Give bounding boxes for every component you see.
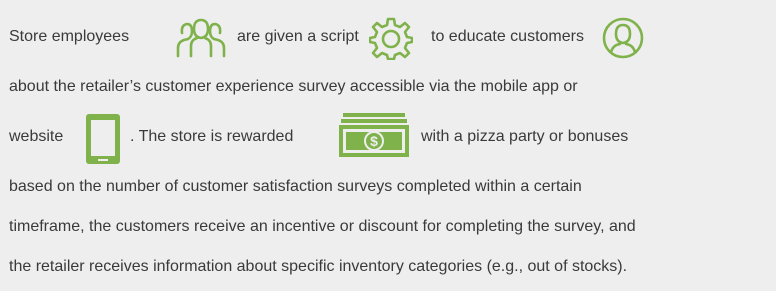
- money-stack-icon: $: [339, 111, 409, 157]
- employees-group-icon: [172, 18, 230, 58]
- customer-person-icon: [602, 17, 644, 59]
- paragraph-line-3-part-2: . The store is rewarded: [130, 126, 293, 148]
- gear-icon: [369, 16, 413, 60]
- paragraph-line-6: the retailer receives information about …: [9, 258, 628, 275]
- paragraph-line-2: about the retailer’s customer experience…: [9, 78, 578, 95]
- text-pizza-party: with a pizza party or bonuses: [421, 128, 629, 145]
- text-given-script: are given a script: [237, 28, 359, 45]
- paragraph-line-1-part-2: are given a script: [237, 26, 359, 48]
- svg-text:$: $: [370, 133, 378, 149]
- text-store-employees: Store employees: [9, 28, 130, 45]
- paragraph-line-3-part-3: with a pizza party or bonuses: [421, 126, 628, 148]
- text-educate-customers: to educate customers: [431, 28, 584, 45]
- paragraph-line-3: website: [9, 126, 63, 148]
- paragraph-line-4: based on the number of customer satisfac…: [9, 178, 582, 195]
- text-website: website: [9, 128, 64, 145]
- text-store-rewarded: . The store is rewarded: [130, 128, 294, 145]
- paragraph-line-5: timeframe, the customers receive an ince…: [9, 218, 636, 235]
- tablet-device-icon: [84, 112, 122, 166]
- survey-description-paragraph: Store employees are given a script to ed…: [0, 0, 776, 291]
- paragraph-line-1-part-3: to educate customers: [431, 26, 584, 48]
- paragraph-line-1: Store employees: [9, 26, 129, 48]
